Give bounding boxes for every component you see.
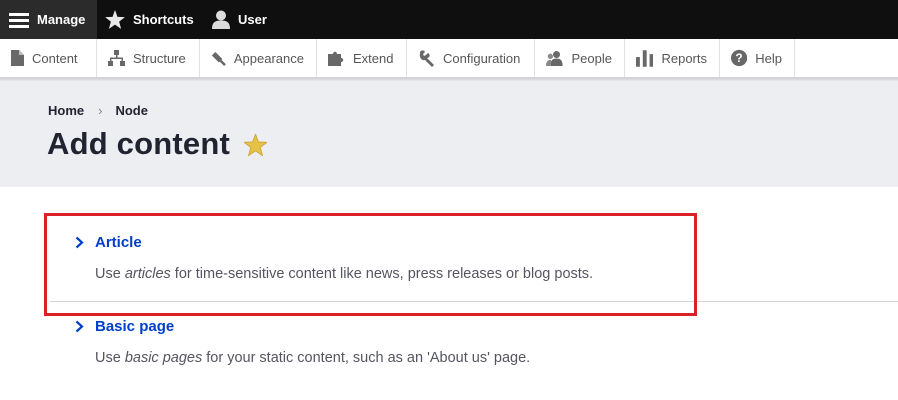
tray-item-content[interactable]: Content: [0, 39, 97, 77]
tray-item-label: Configuration: [443, 50, 521, 66]
admin-toolbar: Manage Shortcuts User: [0, 0, 898, 39]
add-shortcut-star-icon[interactable]: [244, 134, 268, 156]
breadcrumb-node-link[interactable]: Node: [115, 103, 148, 118]
shortcuts-toolbar-tab[interactable]: Shortcuts: [97, 0, 204, 39]
description-text: Use: [95, 350, 125, 366]
wrench-icon: [419, 49, 434, 67]
tray-item-label: Appearance: [233, 50, 304, 66]
manage-label: Manage: [37, 12, 86, 27]
annotation-highlight-box: [44, 213, 697, 316]
tray-item-label: Content: [32, 50, 78, 66]
breadcrumb-home-link[interactable]: Home: [48, 103, 84, 118]
page-header: Home › Node Add content: [0, 82, 898, 187]
page-title-row: Add content: [47, 126, 268, 162]
tray-item-label: Help: [755, 50, 782, 66]
tray-item-structure[interactable]: Structure: [97, 39, 200, 77]
tray-item-label: People: [571, 50, 612, 66]
user-icon: [212, 10, 230, 29]
bar-chart-icon: [636, 49, 654, 67]
people-icon: [546, 50, 563, 66]
user-toolbar-tab[interactable]: User: [204, 0, 277, 39]
breadcrumb-separator: ›: [98, 103, 103, 118]
paintbrush-icon: [211, 51, 226, 66]
breadcrumb: Home › Node: [48, 103, 148, 118]
tray-item-label: Structure: [133, 50, 186, 66]
tray-item-reports[interactable]: Reports: [625, 39, 720, 77]
content-type-link-basic-page[interactable]: Basic page: [75, 318, 174, 335]
tray-item-label: Extend: [353, 50, 394, 66]
structure-icon: [108, 50, 125, 66]
content-type-item: Basic page Use basic pages for your stat…: [75, 318, 530, 366]
content-type-label: Basic page: [95, 318, 175, 335]
chevron-right-icon: [75, 320, 84, 333]
tray-item-appearance[interactable]: Appearance: [200, 39, 317, 77]
file-icon: [11, 50, 24, 66]
tray-item-label: Reports: [661, 50, 707, 66]
tray-item-extend[interactable]: Extend: [317, 39, 407, 77]
star-icon: [105, 10, 125, 29]
shortcuts-label: Shortcuts: [133, 12, 194, 27]
user-label: User: [238, 12, 267, 27]
content-type-description: Use basic pages for your static content,…: [95, 350, 530, 366]
admin-menu-tray: Content Structure Appearance Extend Conf…: [0, 39, 898, 78]
page-title: Add content: [47, 126, 231, 161]
tray-item-help[interactable]: ? Help: [720, 39, 795, 77]
puzzle-icon: [328, 51, 344, 66]
svg-text:?: ?: [736, 52, 743, 65]
description-emphasis: basic pages: [124, 350, 203, 366]
help-icon: ?: [731, 49, 748, 67]
manage-toolbar-tab[interactable]: Manage: [0, 0, 97, 39]
hamburger-menu-icon: [9, 12, 29, 28]
description-text: for your static content, such as an 'Abo…: [202, 350, 531, 366]
tray-item-people[interactable]: People: [535, 39, 625, 77]
tray-item-configuration[interactable]: Configuration: [407, 39, 535, 77]
